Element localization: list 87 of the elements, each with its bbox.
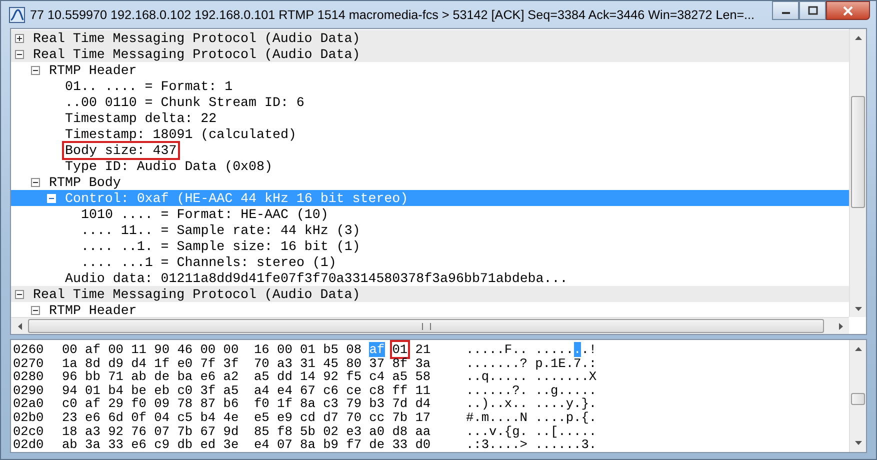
tree-row[interactable]: Real Time Messaging Protocol (Audio Data) — [11, 286, 849, 302]
hex-bytes[interactable]: 94 01 b4 be eb c0 3f a5 a4 e4 67 c6 ce c8 ff 11 — [62, 382, 431, 398]
hex-bytes[interactable]: 23 e6 6d 0f 04 c5 b4 4e e5 e9 cd d7 70 cc 7b 17 — [62, 410, 431, 425]
tree-row[interactable]: 1010 .... = Format: HE-AAC (10) — [11, 206, 849, 222]
scroll-left-icon[interactable] — [18, 323, 22, 330]
expand-icon[interactable] — [15, 34, 24, 42]
ascii-text[interactable]: ..q..... .......X — [466, 369, 597, 384]
close-button[interactable] — [826, 1, 870, 20]
window-title: 77 10.559970 192.168.0.102 192.168.0.101 RTMP 1514 macromedia-fcs > 53142 [ACK] Seq=3384 Ack=3446 Win=38272 Len=... — [30, 8, 756, 22]
collapse-icon[interactable] — [31, 66, 40, 74]
tree-row[interactable]: RTMP Header — [11, 302, 849, 317]
scroll-up-icon[interactable] — [855, 346, 862, 350]
hex-bytes[interactable]: 96 bb 71 ab de ba e6 a2 a5 dd 14 92 f5 c4 a5 58 — [62, 369, 431, 384]
tree-row[interactable]: RTMP Body — [11, 174, 849, 190]
tree-row-label: .... ...1 = Channels: stereo (1) — [80, 254, 338, 270]
tree-row[interactable]: RTMP Header — [11, 62, 849, 78]
ascii-text[interactable]: .! — [581, 342, 597, 357]
app-icon — [9, 6, 25, 22]
ascii-text[interactable]: #.m....N ....p.{. — [466, 410, 597, 425]
tree-row-label: Timestamp delta: 22 — [64, 110, 218, 126]
hex-bytes[interactable]: 00 af 00 11 90 46 00 00 16 00 01 b5 08 — [62, 342, 362, 357]
scroll-thumb[interactable] — [851, 96, 865, 208]
scroll-right-icon[interactable] — [838, 323, 842, 330]
minimize-button[interactable] — [772, 1, 799, 20]
collapse-icon[interactable] — [31, 306, 40, 314]
hex-offset: 0280 — [13, 370, 45, 384]
hex-offset: 02d0 — [13, 438, 45, 452]
tree-row-label: RTMP Header — [48, 302, 138, 317]
tree-row-label: Type ID: Audio Data (0x08) — [64, 158, 274, 174]
ascii-text[interactable]: .:3....> ......3. — [466, 437, 597, 452]
hex-bytes[interactable]: 18 a3 92 76 07 7b 67 9d 85 f8 5b 02 e3 a0 d8 aa — [62, 424, 431, 439]
tree-row-label: Real Time Messaging Protocol (Audio Data) — [32, 286, 362, 302]
tree-row[interactable]: Real Time Messaging Protocol (Audio Data) — [11, 30, 849, 46]
tree-row[interactable]: Timestamp delta: 22 — [11, 110, 849, 126]
ascii-text[interactable]: ...v.{g. ..[..... — [466, 424, 597, 439]
scroll-down-icon[interactable] — [855, 441, 862, 446]
tree-row[interactable]: ..00 0110 = Chunk Stream ID: 6 — [11, 94, 849, 110]
maximize-button[interactable] — [799, 1, 826, 20]
hex-offset: 0270 — [13, 356, 45, 370]
hex-offset: 0260 — [13, 343, 45, 357]
hex-byte[interactable]: 01 — [392, 342, 408, 357]
tree-row[interactable]: .... ..1. = Sample size: 16 bit (1) — [11, 238, 849, 254]
hex-bytes[interactable]: 1a 8d d9 d4 1f e0 7f 3f 70 a3 31 45 80 37 8f 3a — [62, 356, 431, 371]
ascii-text[interactable]: .......? p.1E.7.: — [466, 356, 597, 371]
tree-row-label: Real Time Messaging Protocol (Audio Data) — [32, 30, 362, 46]
hex-offset: 0290 — [13, 384, 45, 398]
tree-row[interactable]: .... 11.. = Sample rate: 44 kHz (3) — [11, 222, 849, 238]
tree-row-label: .... 11.. = Sample rate: 44 kHz (3) — [80, 222, 362, 238]
tree-row-label: Real Time Messaging Protocol (Audio Data) — [32, 46, 362, 62]
tree-row-label: Body size: 437 — [64, 142, 178, 158]
tree-row[interactable]: Timestamp: 18091 (calculated) — [11, 126, 849, 142]
collapse-icon[interactable] — [15, 50, 24, 58]
tree-row-label: .... ..1. = Sample size: 16 bit (1) — [80, 238, 362, 254]
tree-row-label: 1010 .... = Format: HE-AAC (10) — [80, 206, 330, 222]
maximize-icon — [808, 6, 818, 15]
tree-row-label: RTMP Header — [48, 62, 138, 78]
hex-offset: 02c0 — [13, 424, 45, 438]
tree-row[interactable]: Real Time Messaging Protocol (Audio Data) — [11, 46, 849, 62]
tree-row-label: Timestamp: 18091 (calculated) — [64, 126, 298, 142]
collapse-icon[interactable] — [15, 290, 24, 298]
vertical-scrollbar[interactable] — [849, 340, 866, 452]
tree-row[interactable]: .... ...1 = Channels: stereo (1) — [11, 254, 849, 270]
ascii-text[interactable]: ..)..x.. ....y.}. — [466, 396, 597, 412]
hex-offset: 02b0 — [13, 410, 45, 425]
hex-bytes[interactable]: 21 — [415, 342, 431, 357]
scroll-up-icon[interactable] — [855, 36, 862, 40]
hex-bytes[interactable]: c0 af 29 f0 09 78 87 b6 f0 1f 8a c3 79 b3 7d d4 — [62, 396, 431, 412]
hex-bytes[interactable]: ab 3a 33 e6 c9 db ed 3e e4 07 8a b9 f7 de 33 d0 — [62, 437, 431, 452]
tree-row-label: 01.. .... = Format: 1 — [64, 78, 234, 94]
horizontal-scrollbar[interactable] — [11, 317, 849, 334]
scroll-down-icon[interactable] — [855, 306, 862, 310]
tree-row-label: Control: 0xaf (HE-AAC 44 kHz 16 bit stereo) — [64, 190, 410, 206]
hex-offset: 02a0 — [13, 397, 45, 411]
tree-row-label: Audio data: 01211a8dd9d41fe07f3f70a3314580378f3a96bb71abdeba... — [64, 270, 569, 286]
tree-row-label: ..00 0110 = Chunk Stream ID: 6 — [64, 94, 306, 110]
ascii-text[interactable]: .....F.. ..... — [466, 342, 574, 357]
tree-row[interactable]: 01.. .... = Format: 1 — [11, 78, 849, 94]
collapse-icon[interactable] — [31, 178, 40, 186]
scroll-thumb[interactable] — [28, 319, 824, 333]
tree-row-label: RTMP Body — [48, 174, 122, 190]
ascii-text[interactable]: ......?. ..g..... — [466, 382, 597, 398]
close-icon — [842, 6, 854, 16]
vertical-scrollbar[interactable] — [849, 29, 866, 317]
scroll-thumb[interactable] — [851, 393, 865, 405]
tree-row[interactable]: Body size: 437 — [11, 142, 849, 158]
tree-row[interactable]: Audio data: 01211a8dd9d41fe07f3f70a3314580378f3a96bb71abdeba... — [11, 270, 849, 286]
tree-row[interactable]: Type ID: Audio Data (0x08) — [11, 158, 849, 174]
